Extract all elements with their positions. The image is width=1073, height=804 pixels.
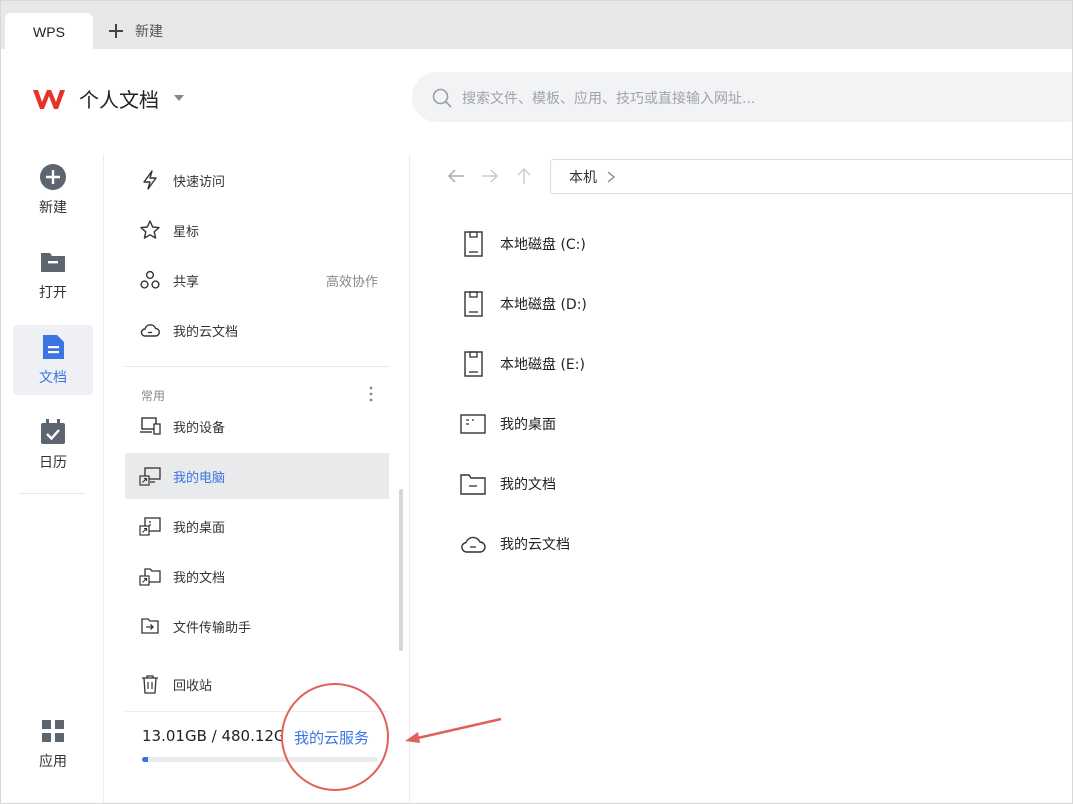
file-item-disk-c[interactable]: 本地磁盘 (C:): [457, 224, 757, 264]
new-tab-button[interactable]: 新建: [107, 19, 163, 43]
rail-apps[interactable]: 应用: [13, 709, 93, 779]
document-icon: [43, 335, 64, 359]
lightning-icon: [143, 170, 157, 190]
plus-circle-icon: [40, 164, 66, 190]
sidebar-item-my-desktop[interactable]: 我的桌面: [125, 503, 389, 549]
disk-icon: [464, 291, 483, 317]
file-item-desktop[interactable]: 我的桌面: [457, 404, 757, 444]
sidebar-item-file-transfer[interactable]: 文件传输助手: [125, 603, 389, 649]
rail-apps-label: 应用: [39, 754, 67, 770]
sidebar-item-cloud-docs[interactable]: 我的云文档: [125, 307, 389, 353]
sidebar-item-label: 我的文档: [173, 570, 226, 586]
cloud-icon: [140, 324, 160, 337]
calendar-check-icon: [41, 419, 65, 444]
rail-open[interactable]: 打开: [13, 240, 93, 310]
storage-usage-text: 13.01GB / 480.12GB: [142, 727, 282, 745]
transfer-icon: [141, 618, 159, 634]
disk-icon: [464, 231, 483, 257]
rail-new-label: 新建: [39, 200, 67, 216]
caret-down-icon[interactable]: [173, 93, 185, 103]
file-item-label: 本地磁盘 (C:): [500, 237, 586, 253]
search-input[interactable]: 搜索文件、模板、应用、技巧或直接输入网址...: [462, 88, 755, 108]
folder-icon: [460, 474, 486, 495]
rail-docs-label: 文档: [39, 370, 67, 386]
sidebar-scrollbar[interactable]: [399, 489, 403, 651]
tab-bar: WPS 新建: [1, 1, 1072, 50]
search-icon: [432, 88, 452, 108]
trash-icon: [142, 675, 158, 694]
cloud-icon: [461, 536, 486, 553]
sidebar-item-shared[interactable]: 共享 高效协作: [125, 257, 389, 303]
share-icon: [140, 270, 160, 289]
folder-icon: [41, 253, 65, 272]
up-arrow-icon[interactable]: [513, 165, 535, 187]
more-vertical-icon[interactable]: [363, 385, 379, 403]
desktop-icon: [460, 414, 486, 434]
new-tab-label: 新建: [135, 24, 163, 40]
back-arrow-icon[interactable]: [445, 165, 467, 187]
section-title-common: 常用: [141, 389, 166, 403]
device-icon: [140, 417, 161, 435]
plus-icon: [109, 24, 123, 38]
sidebar-item-label: 我的设备: [173, 420, 226, 436]
desktop-shortcut-icon: [139, 517, 161, 536]
sidebar-item-label: 星标: [173, 224, 200, 240]
file-item-cloud-docs[interactable]: 我的云文档: [457, 524, 757, 564]
sidebar-item-my-documents[interactable]: 我的文档: [125, 553, 389, 599]
file-item-documents[interactable]: 我的文档: [457, 464, 757, 504]
file-item-disk-e[interactable]: 本地磁盘 (E:): [457, 344, 757, 384]
tab-wps[interactable]: WPS: [5, 13, 93, 50]
file-item-label: 本地磁盘 (D:): [500, 297, 587, 313]
sidebar-item-label: 共享: [173, 274, 200, 290]
star-icon: [140, 220, 160, 239]
rail-docs[interactable]: 文档: [13, 325, 93, 395]
rail-divider: [19, 493, 85, 494]
wps-logo-icon: [33, 90, 65, 109]
main-divider-line: [409, 154, 410, 803]
sidebar-item-my-computer[interactable]: 我的电脑: [125, 453, 389, 499]
annotation-circle: [281, 683, 389, 791]
sidebar-item-label: 回收站: [173, 678, 213, 694]
file-item-label: 我的云文档: [500, 537, 570, 553]
computer-shortcut-icon: [139, 467, 161, 486]
folder-shortcut-icon: [139, 568, 161, 586]
sidebar-divider: [125, 366, 389, 367]
page-title[interactable]: 个人文档: [79, 84, 159, 113]
rail-open-label: 打开: [39, 285, 67, 301]
file-item-label: 我的桌面: [500, 417, 556, 433]
sidebar-item-label: 快速访问: [173, 174, 226, 190]
sidebar-item-label: 我的云文档: [173, 324, 239, 340]
rail-calendar[interactable]: 日历: [13, 410, 93, 480]
chevron-right-icon: [607, 171, 616, 182]
tab-wps-label: WPS: [33, 23, 65, 40]
file-item-label: 我的文档: [500, 477, 556, 493]
sidebar-item-label: 我的电脑: [173, 470, 226, 486]
rail-divider-line: [103, 154, 104, 803]
disk-icon: [464, 351, 483, 377]
file-item-disk-d[interactable]: 本地磁盘 (D:): [457, 284, 757, 324]
rail-new[interactable]: 新建: [13, 155, 93, 225]
collaboration-link[interactable]: 高效协作: [326, 271, 378, 290]
sidebar-item-quick-access[interactable]: 快速访问: [125, 157, 389, 203]
app-window: WPS 新建 个人文档 搜索文件、模板、应用、技巧或直接输入网址... 新建 打…: [0, 0, 1073, 804]
file-item-label: 本地磁盘 (E:): [500, 357, 585, 373]
sidebar-item-starred[interactable]: 星标: [125, 207, 389, 253]
rail-calendar-label: 日历: [39, 455, 67, 471]
breadcrumb-item[interactable]: 本机: [569, 167, 597, 187]
breadcrumb[interactable]: 本机: [550, 159, 1072, 194]
sidebar-item-label: 文件传输助手: [173, 620, 252, 636]
annotation-arrow-icon: [405, 717, 502, 743]
forward-arrow-icon[interactable]: [479, 165, 501, 187]
storage-progress-fill: [142, 757, 149, 762]
apps-grid-icon: [42, 720, 64, 742]
sidebar-item-my-devices[interactable]: 我的设备: [125, 403, 389, 449]
sidebar-item-label: 我的桌面: [173, 520, 226, 536]
